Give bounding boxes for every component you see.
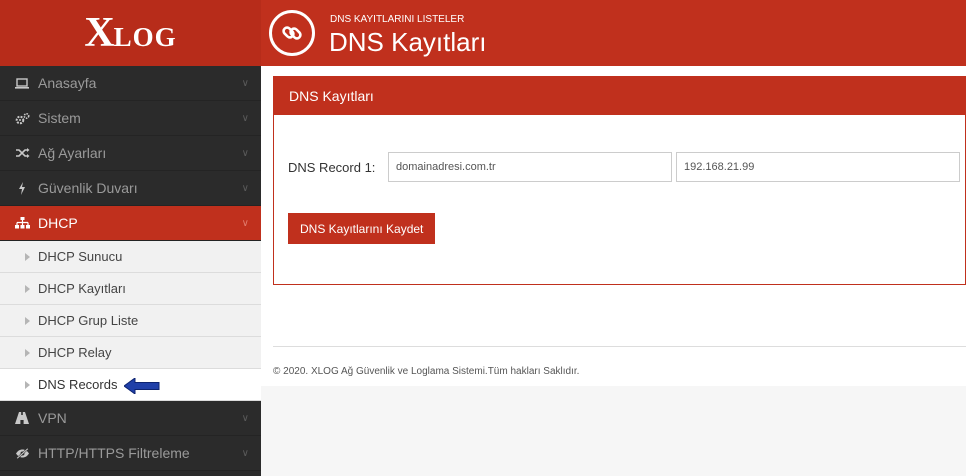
chevron-down-icon: ∨	[241, 448, 249, 459]
caret-right-icon	[25, 348, 30, 357]
caret-right-icon	[25, 380, 30, 389]
bolt-icon	[14, 181, 30, 195]
submenu-item-dhcp-grup-liste[interactable]: DHCP Grup Liste	[0, 305, 261, 337]
sidebar-item-label: Güvenlik Duvarı	[38, 180, 138, 196]
sidebar-item-sistem[interactable]: Sistem ∨	[0, 101, 261, 136]
sidebar-item-http-https-filtreleme[interactable]: HTTP/HTTPS Filtreleme ∨	[0, 436, 261, 471]
ip-input[interactable]: 192.168.21.99	[676, 152, 960, 182]
chevron-down-icon: ∨	[241, 413, 249, 424]
logo[interactable]: X LOG	[0, 0, 261, 66]
submenu-item-label: DNS Records	[38, 377, 118, 392]
random-icon	[14, 146, 30, 160]
sidebar-item-label: Anasayfa	[38, 75, 97, 91]
save-dns-records-button[interactable]: DNS Kayıtlarını Kaydet	[288, 213, 436, 244]
link-icon	[269, 10, 315, 56]
laptop-icon	[14, 76, 30, 90]
submenu-item-label: DHCP Relay	[38, 345, 112, 360]
footer-copyright: © 2020. XLOG Ağ Güvenlik ve Loglama Sist…	[273, 366, 580, 377]
chevron-down-icon: ∨	[241, 113, 249, 124]
sidebar: Anasayfa ∨ Sistem ∨ Ağ Ayarları ∨ Güvenl…	[0, 66, 261, 476]
sidebar-item-ag-ayarlari[interactable]: Ağ Ayarları ∨	[0, 136, 261, 171]
main-content: DNS Kayıtları DNS Record 1: domainadresi…	[261, 66, 966, 476]
chevron-down-icon: ∨	[241, 183, 249, 194]
footer-divider	[273, 346, 966, 347]
submenu-item-label: DHCP Grup Liste	[38, 313, 139, 328]
sidebar-item-anasayfa[interactable]: Anasayfa ∨	[0, 66, 261, 101]
dns-record-label: DNS Record 1:	[288, 159, 376, 175]
submenu-item-label: DHCP Kayıtları	[38, 281, 126, 296]
sitemap-icon	[14, 216, 30, 230]
cogs-icon	[14, 111, 30, 125]
dns-record-row: DNS Record 1: domainadresi.com.tr 192.16…	[288, 152, 960, 182]
sidebar-item-dhcp[interactable]: DHCP ∨	[0, 206, 261, 241]
page-subtitle: DNS KAYITLARINI LISTELER	[330, 14, 465, 25]
logo-letter: X	[84, 10, 116, 56]
logo-text: LOG	[113, 22, 177, 52]
page-title: DNS Kayıtları	[329, 27, 487, 57]
dns-records-panel: DNS Kayıtları DNS Record 1: domainadresi…	[273, 76, 966, 285]
submenu-item-label: DHCP Sunucu	[38, 249, 123, 264]
panel-title: DNS Kayıtları	[274, 77, 965, 115]
chevron-down-icon: ∨	[241, 148, 249, 159]
arrow-left-icon	[123, 377, 160, 397]
top-header: X LOG DNS KAYITLARINI LISTELER DNS Kayıt…	[0, 0, 966, 66]
sidebar-item-label: HTTP/HTTPS Filtreleme	[38, 445, 190, 461]
dhcp-submenu: DHCP Sunucu DHCP Kayıtları DHCP Grup Lis…	[0, 241, 261, 401]
sidebar-item-guvenlik-duvari[interactable]: Güvenlik Duvarı ∨	[0, 171, 261, 206]
domain-input[interactable]: domainadresi.com.tr	[388, 152, 672, 182]
caret-right-icon	[25, 316, 30, 325]
footer-background	[261, 386, 966, 476]
sidebar-item-label: Ağ Ayarları	[38, 145, 107, 161]
sidebar-item-label: DHCP	[38, 215, 78, 231]
caret-right-icon	[25, 252, 30, 261]
sidebar-item-label: Sistem	[38, 110, 81, 126]
eye-slash-icon	[14, 446, 30, 460]
sidebar-item-vpn[interactable]: VPN ∨	[0, 401, 261, 436]
submenu-item-dhcp-relay[interactable]: DHCP Relay	[0, 337, 261, 369]
submenu-item-dhcp-kayitlari[interactable]: DHCP Kayıtları	[0, 273, 261, 305]
chevron-down-icon: ∨	[241, 218, 249, 229]
chevron-down-icon: ∨	[241, 78, 249, 89]
sidebar-item-label: VPN	[38, 410, 67, 426]
road-icon	[14, 411, 30, 425]
caret-right-icon	[25, 284, 30, 293]
submenu-item-dns-records[interactable]: DNS Records	[0, 369, 261, 401]
submenu-item-dhcp-sunucu[interactable]: DHCP Sunucu	[0, 241, 261, 273]
